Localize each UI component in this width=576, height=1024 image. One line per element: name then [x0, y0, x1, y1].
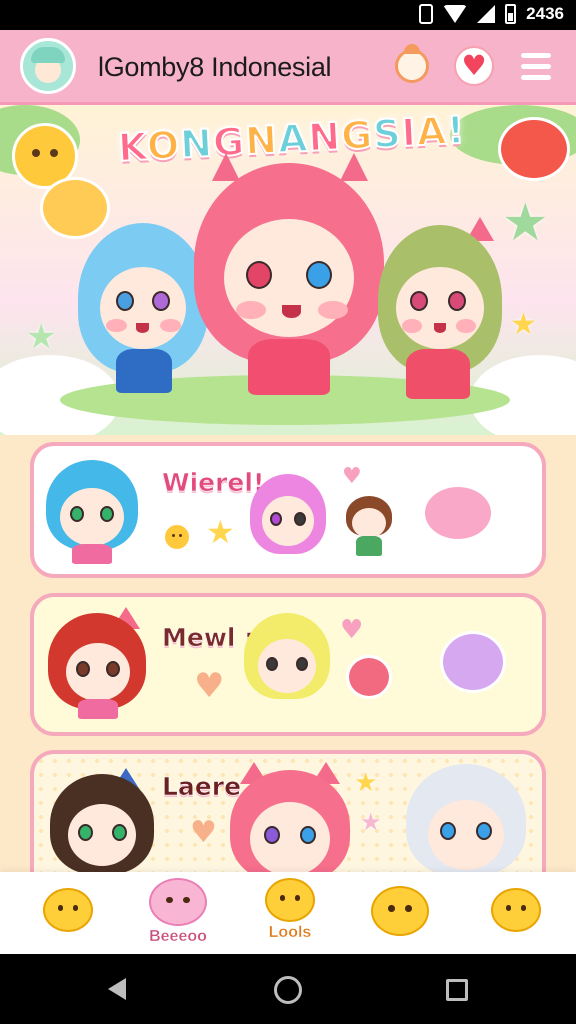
wifi-icon — [443, 5, 468, 23]
recent-apps-icon[interactable] — [446, 979, 468, 1001]
favorites-button[interactable]: ♥ — [452, 44, 496, 88]
card-title: Mewl : — [162, 623, 255, 653]
star-icon: ★ — [26, 317, 57, 357]
status-bar: 2436 — [0, 0, 576, 30]
chat-bubble-icon — [498, 117, 570, 181]
chick-icon — [371, 886, 429, 936]
star-icon: ★ — [360, 808, 382, 836]
hero-banner: ★ ★ ★ KONGNANGSIA! — [0, 105, 576, 435]
character-sticker[interactable] — [406, 764, 526, 888]
character-sticker[interactable] — [346, 496, 392, 558]
chick-icon — [43, 888, 93, 932]
status-time: 2436 — [526, 4, 564, 23]
fluffy-creature-sticker[interactable] — [440, 631, 506, 693]
menu-button[interactable] — [514, 44, 558, 88]
profile-button[interactable] — [390, 44, 434, 88]
card-title: Wierel! — [162, 468, 265, 498]
profile-icon — [395, 44, 429, 83]
chick-icon — [265, 878, 315, 922]
character-sticker[interactable] — [250, 474, 326, 564]
heart-icon: ♥ — [342, 464, 362, 489]
back-icon[interactable] — [108, 978, 126, 1000]
character-blue-hair[interactable] — [78, 223, 208, 413]
nav-item-tools[interactable]: Lools — [250, 878, 330, 950]
bear-icon — [149, 878, 207, 926]
home-icon[interactable] — [274, 976, 302, 1004]
character-sticker[interactable] — [230, 762, 350, 890]
blob-sticker[interactable] — [346, 655, 392, 699]
character-sticker[interactable] — [46, 460, 138, 564]
nav-item-chat[interactable] — [360, 878, 440, 950]
heart-icon: ♥ — [454, 46, 494, 86]
smiley-icon — [162, 522, 192, 552]
star-icon: ★ — [502, 193, 549, 253]
character-sticker[interactable] — [48, 607, 146, 719]
nav-label: Lools — [268, 924, 312, 941]
character-sticker[interactable] — [244, 613, 330, 713]
fluffy-creature-sticker[interactable] — [422, 484, 494, 542]
star-icon: ★ — [354, 768, 378, 798]
status-icons: 2436 — [419, 4, 564, 24]
heart-icon: ♥ — [194, 666, 225, 706]
nav-item-home[interactable] — [28, 878, 108, 950]
nav-item-profile[interactable] — [476, 878, 556, 950]
character-sticker[interactable] — [50, 768, 154, 880]
sticker-pack-card[interactable]: Laere ♥ ★ ★ — [30, 750, 546, 890]
chick-icon — [491, 888, 541, 932]
heart-icon: ♥ — [190, 815, 217, 850]
system-navigation-bar — [0, 954, 576, 1024]
app-header: lGomby8 Indonesial ♥ — [0, 30, 576, 105]
app-title: lGomby8 Indonesial — [98, 52, 332, 82]
star-icon: ★ — [510, 307, 537, 342]
character-pink-hair[interactable] — [194, 153, 384, 415]
heart-icon: ♥ — [340, 615, 364, 645]
battery-icon — [505, 4, 517, 24]
sticker-pack-card[interactable]: Mewl : ♥ ♥ — [30, 593, 546, 736]
star-icon: ★ — [206, 513, 235, 551]
avatar-icon[interactable] — [20, 38, 76, 94]
nav-item-stickers[interactable]: Beeeoo — [138, 878, 218, 950]
signal-icon — [477, 5, 496, 23]
nav-label: Beeeoo — [149, 928, 207, 945]
bottom-navigation: Beeeoo Lools — [0, 872, 576, 954]
menu-icon — [521, 52, 551, 58]
vibrate-icon — [419, 4, 434, 24]
character-green-hair[interactable] — [378, 217, 502, 413]
sticker-pack-card[interactable]: Wierel! ★ ♥ — [30, 442, 546, 578]
